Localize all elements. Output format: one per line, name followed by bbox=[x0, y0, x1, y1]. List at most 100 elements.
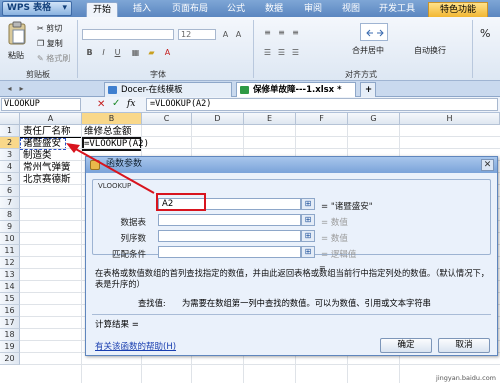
tab-insert[interactable]: 插入 bbox=[125, 2, 159, 17]
insert-function-icon[interactable]: fx bbox=[127, 99, 135, 109]
ribbon-divider bbox=[472, 20, 473, 78]
tab-nav-left-icon[interactable]: ◂ bbox=[4, 83, 15, 94]
select-all-corner[interactable] bbox=[0, 113, 20, 125]
tab-view[interactable]: 视图 bbox=[335, 2, 367, 17]
align-center-icon[interactable]: ☰ bbox=[276, 47, 287, 58]
name-box[interactable]: VLOOKUP bbox=[1, 98, 81, 111]
column-header[interactable]: F bbox=[296, 113, 348, 125]
align-left-icon[interactable]: ☰ bbox=[262, 47, 273, 58]
row-header[interactable]: 4 bbox=[0, 161, 20, 173]
row-header[interactable]: 2 bbox=[0, 137, 20, 149]
row-header[interactable]: 16 bbox=[0, 305, 20, 317]
cancel-formula-icon[interactable]: ✕ bbox=[97, 99, 105, 110]
column-header[interactable]: E bbox=[244, 113, 296, 125]
align-bottom-icon[interactable]: ≡ bbox=[290, 27, 301, 38]
tab-formulas[interactable]: 公式 bbox=[220, 2, 252, 17]
row-header[interactable]: 5 bbox=[0, 173, 20, 185]
font-grow-button[interactable]: A bbox=[220, 29, 231, 40]
column-header[interactable]: D bbox=[192, 113, 244, 125]
row-header[interactable]: 12 bbox=[0, 257, 20, 269]
clipboard-group-label: 剪贴板 bbox=[26, 70, 50, 79]
row-header[interactable]: 10 bbox=[0, 233, 20, 245]
function-help-link[interactable]: 有关该函数的帮助(H) bbox=[95, 340, 176, 352]
row-header[interactable]: 9 bbox=[0, 221, 20, 233]
column-header[interactable]: B bbox=[82, 113, 142, 125]
paste-button[interactable] bbox=[6, 21, 28, 47]
column-header[interactable]: G bbox=[348, 113, 400, 125]
watermark: jingyan.baidu.com bbox=[436, 374, 496, 382]
dialog-titlebar[interactable]: 函数参数 ✕ bbox=[86, 157, 497, 173]
confirm-formula-icon[interactable]: ✓ bbox=[112, 98, 120, 109]
row-header[interactable]: 20 bbox=[0, 353, 20, 365]
ok-button[interactable]: 确定 bbox=[380, 338, 432, 353]
close-icon[interactable]: ✕ bbox=[481, 159, 494, 171]
row-header[interactable]: 19 bbox=[0, 341, 20, 353]
tab-nav-right-icon[interactable]: ▸ bbox=[16, 83, 27, 94]
app-menu-button[interactable]: WPS 表格 ▾ bbox=[2, 1, 72, 16]
align-top-icon[interactable]: ≡ bbox=[262, 27, 273, 38]
tab-data[interactable]: 数据 bbox=[258, 2, 290, 17]
column-header[interactable]: C bbox=[142, 113, 192, 125]
cell-a5[interactable]: 北京赛德斯 bbox=[23, 174, 71, 186]
tab-developer[interactable]: 开发工具 bbox=[372, 2, 422, 17]
column-header[interactable]: A bbox=[20, 113, 82, 125]
arg-result-range-lookup: = 逻辑值 bbox=[321, 250, 357, 260]
row-header[interactable]: 11 bbox=[0, 245, 20, 257]
row-header[interactable]: 8 bbox=[0, 209, 20, 221]
document-tab-active[interactable]: 保修单故障---1.xlsx * bbox=[236, 82, 356, 97]
font-name-select[interactable] bbox=[82, 29, 174, 40]
range-picker-icon[interactable]: ⊞ bbox=[301, 214, 315, 226]
new-tab-button[interactable]: + bbox=[360, 82, 376, 97]
row-header[interactable]: 18 bbox=[0, 329, 20, 341]
row-header[interactable]: 14 bbox=[0, 281, 20, 293]
cell-a2[interactable]: 诸暨盛安 bbox=[23, 138, 61, 150]
arg-input-col-index[interactable] bbox=[158, 230, 301, 242]
cancel-button[interactable]: 取消 bbox=[438, 338, 490, 353]
copy-button[interactable]: ❐ 复制 bbox=[37, 38, 63, 49]
fill-color-icon[interactable]: ▰ bbox=[146, 47, 157, 58]
percent-button[interactable]: % bbox=[480, 27, 490, 40]
italic-button[interactable]: I bbox=[98, 47, 109, 58]
row-header[interactable]: 15 bbox=[0, 293, 20, 305]
format-painter-label: 格式刷 bbox=[46, 54, 71, 63]
format-painter-button[interactable]: ✎ 格式刷 bbox=[37, 53, 70, 64]
cell-a3[interactable]: 制造类 bbox=[23, 150, 52, 162]
range-picker-icon[interactable]: ⊞ bbox=[301, 198, 315, 210]
align-right-icon[interactable]: ☰ bbox=[290, 47, 301, 58]
tab-special-features[interactable]: 特色功能 bbox=[428, 2, 488, 17]
arg-label-col-index: 列序数 bbox=[120, 234, 146, 244]
wrap-text-button[interactable]: 自动换行 bbox=[414, 45, 446, 56]
row-header[interactable]: 13 bbox=[0, 269, 20, 281]
cell-b2[interactable]: =VLOOKUP(A2) bbox=[84, 138, 149, 150]
gridline bbox=[20, 364, 500, 365]
align-middle-icon[interactable]: ≡ bbox=[276, 27, 287, 38]
column-header[interactable]: H bbox=[400, 113, 500, 125]
border-icon[interactable]: ▦ bbox=[130, 47, 141, 58]
bold-button[interactable]: B bbox=[84, 47, 95, 58]
cell-a1[interactable]: 责任厂名称 bbox=[23, 126, 71, 138]
row-header[interactable]: 1 bbox=[0, 125, 20, 137]
tab-page-layout[interactable]: 页面布局 bbox=[164, 2, 216, 17]
scissors-icon: ✂ bbox=[37, 24, 47, 33]
row-header[interactable]: 7 bbox=[0, 197, 20, 209]
document-tab-docer[interactable]: Docer-在线模板 bbox=[104, 82, 232, 97]
cell-a4[interactable]: 常州气弹簧 bbox=[23, 162, 71, 174]
tab-home[interactable]: 开始 bbox=[86, 2, 118, 17]
row-header[interactable]: 17 bbox=[0, 317, 20, 329]
formula-input[interactable]: =VLOOKUP(A2) bbox=[146, 98, 498, 111]
font-color-icon[interactable]: A bbox=[162, 47, 173, 58]
arg-input-range-lookup[interactable] bbox=[158, 246, 301, 258]
row-header[interactable]: 6 bbox=[0, 185, 20, 197]
underline-button[interactable]: U bbox=[112, 47, 123, 58]
range-picker-icon[interactable]: ⊞ bbox=[301, 246, 315, 258]
font-shrink-button[interactable]: A bbox=[233, 29, 244, 40]
arg-input-table-array[interactable] bbox=[158, 214, 301, 226]
cut-button[interactable]: ✂ 剪切 bbox=[37, 23, 62, 34]
paste-label: 粘贴 bbox=[8, 51, 24, 60]
range-picker-icon[interactable]: ⊞ bbox=[301, 230, 315, 242]
merge-center-button[interactable]: 合并居中 bbox=[352, 45, 384, 56]
tab-review[interactable]: 审阅 bbox=[297, 2, 329, 17]
font-size-select[interactable]: 12 bbox=[178, 29, 216, 40]
cell-b1[interactable]: 维修总金额 bbox=[84, 126, 132, 138]
row-header[interactable]: 3 bbox=[0, 149, 20, 161]
